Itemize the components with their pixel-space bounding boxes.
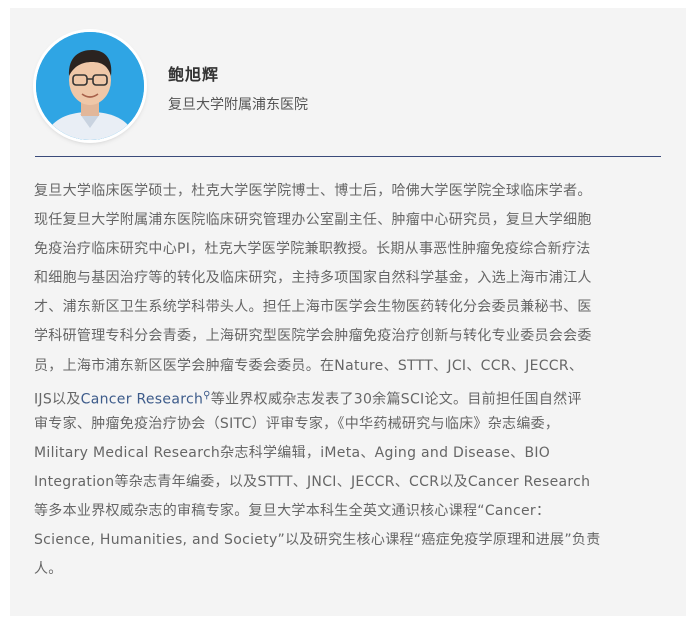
person-avatar-icon [36, 32, 144, 140]
bio-line: 和细胞与基因治疗等的转化及临床研究，主持多项国家自然科学基金，入选上海市浦江人 [34, 270, 592, 287]
bio-text-segment: 等业界权威杂志发表了30余篇SCI论文。目前担任国自然评 [210, 391, 582, 408]
person-affiliation: 复旦大学附属浦东医院 [168, 97, 308, 113]
profile-card: 鲍旭辉 复旦大学附属浦东医院 复旦大学临床医学硕士，杜克大学医学院博士、博士后，… [10, 8, 686, 616]
bio-text-segment: IJS以及 [34, 391, 81, 408]
bio-line: 审专家、肿瘤免疫治疗协会（SITC）评审专家，《中华药械研究与临床》杂志编委， [34, 415, 560, 432]
bio-line: IJS以及Cancer Research⚲等业界权威杂志发表了30余篇SCI论文… [34, 381, 664, 410]
bio-line: Military Medical Research杂志科学编辑，iMeta、Ag… [34, 444, 551, 461]
avatar [36, 32, 144, 140]
bio-line: 员，上海市浦东新区医学会肿瘤专委会委员。在Nature、STTT、JCI、CCR… [34, 357, 584, 374]
bio-line: 免疫治疗临床研究中心PI，杜克大学医学院兼职教授。长期从事恶性肿瘤免疫综合新疗法 [34, 241, 591, 258]
bio-line: 人。 [34, 561, 63, 578]
cancer-research-link[interactable]: Cancer Research [81, 391, 203, 407]
bio-line: 复旦大学临床医学硕士，杜克大学医学院博士、博士后，哈佛大学医学院全球临床学者。 [34, 183, 592, 199]
bio-line: Integration等杂志青年编委，以及STTT、JNCI、JECCR、CCR… [34, 473, 591, 490]
divider [35, 156, 661, 157]
magnifier-icon[interactable]: ⚲ [203, 390, 211, 401]
bio-line: 现任复旦大学附属浦东医院临床研究管理办公室副主任、肿瘤中心研究员，复旦大学细胞 [34, 212, 592, 229]
bio-line: 学科研管理专科分会青委，上海研究型医院学会肿瘤免疫治疗创新与转化专业委员会会委 [34, 328, 592, 345]
bio-line: Science, Humanities, and Society”以及研究生核心… [34, 532, 601, 549]
person-name: 鲍旭辉 [168, 65, 220, 84]
bio-line: 才、浦东新区卫生系统学科带头人。担任上海市医学会生物医药转化分会委员兼秘书、医 [34, 299, 592, 316]
bio-text: 复旦大学临床医学硕士，杜克大学医学院博士、博士后，哈佛大学医学院全球临床学者。 … [34, 177, 664, 584]
bio-line: 等多本业界权威杂志的审稿专家。复旦大学本科生全英文通识核心课程“Cancer： [34, 503, 551, 520]
